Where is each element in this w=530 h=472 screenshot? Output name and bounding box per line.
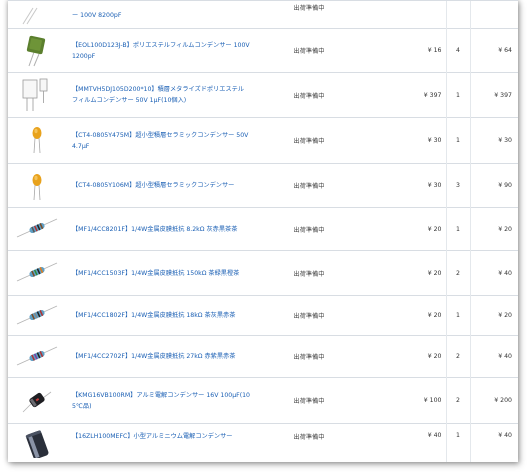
capacitor-film-white-icon [22, 78, 48, 111]
product-name-link[interactable]: ー 100V 8200pF [72, 1, 250, 21]
capacitor-film-green-icon [26, 35, 46, 66]
unit-price: ¥ 30 [364, 117, 446, 164]
product-thumbnail[interactable] [8, 335, 66, 378]
table-row: 【EOL100D123J-B】ポリエステルフィルムコンデンサー 100V 120… [8, 28, 518, 73]
table-row: 【MF1/4CC8201F】1/4W金属皮膜抵抗 8.2kΩ 灰赤黒茶茶 出荷準… [8, 207, 518, 251]
unit-price [364, 0, 446, 29]
shipping-status: 出荷準備中 [293, 5, 325, 12]
unit-price: ¥ 20 [364, 295, 446, 336]
shipping-status: 出荷準備中 [254, 295, 364, 336]
subtotal: ¥ 20 [469, 295, 518, 336]
capacitor-ceramic-icon [32, 126, 42, 153]
table-row: ー 100V 8200pF 出荷準備中 [8, 0, 518, 29]
product-name-link[interactable]: 【16ZLH100MEFC】小型アルミニウム電解コンデンサー [72, 424, 250, 442]
shipping-status: 出荷準備中 [254, 72, 364, 118]
subtotal: ¥ 30 [469, 117, 518, 164]
resistor-icon [16, 218, 58, 238]
product-thumbnail[interactable] [8, 207, 66, 251]
capacitor-film-small-icon [22, 7, 38, 24]
quantity: 1 [445, 295, 470, 336]
subtotal [469, 0, 518, 29]
shipping-status: 出荷準備中 [254, 207, 364, 251]
resistor-icon [16, 262, 58, 282]
quantity: 1 [445, 207, 470, 251]
unit-price: ¥ 40 [364, 423, 446, 462]
product-name-link[interactable]: 【MMTVH5DJ105D200*10】積層メタライズドポリエステルフィルムコン… [72, 84, 250, 106]
shipping-status: 出荷準備中 [254, 117, 364, 164]
subtotal: ¥ 397 [469, 72, 518, 118]
shipping-status: 出荷準備中 [254, 423, 364, 462]
shipping-status: 出荷準備中 [254, 377, 364, 424]
table-row: 【MF1/4CC1802F】1/4W金属皮膜抵抗 18kΩ 茶灰黒赤茶 出荷準備… [8, 295, 518, 336]
table-row: 【KMG16VB100RM】アルミ電解コンデンサー 16V 100μF(105℃… [8, 377, 518, 424]
unit-price: ¥ 30 [364, 163, 446, 208]
resistor-icon [16, 346, 58, 365]
table-row: 【CT4-0805Y106M】超小型積層セラミックコンデンサー 出荷準備中 ¥ … [8, 163, 518, 208]
capacitor-electrolytic-icon [22, 391, 52, 412]
capacitor-ceramic-icon [32, 173, 42, 200]
resistor-icon [16, 305, 58, 324]
product-name-link[interactable]: 【MF1/4CC2702F】1/4W金属皮膜抵抗 27kΩ 赤紫黒赤茶 [72, 351, 250, 362]
table-row: 【MF1/4CC2702F】1/4W金属皮膜抵抗 27kΩ 赤紫黒赤茶 出荷準備… [8, 335, 518, 378]
unit-price: ¥ 16 [364, 28, 446, 73]
quantity: 2 [445, 335, 470, 378]
table-row: 【16ZLH100MEFC】小型アルミニウム電解コンデンサー 出荷準備中 ¥ 4… [8, 423, 518, 462]
subtotal: ¥ 40 [469, 250, 518, 296]
quantity: 1 [445, 72, 470, 118]
product-thumbnail[interactable] [8, 423, 66, 462]
subtotal: ¥ 200 [469, 377, 518, 424]
capacitor-electrolytic-large-icon [25, 430, 49, 458]
product-thumbnail[interactable] [8, 163, 66, 208]
table-row: 【MF1/4CC1503F】1/4W金属皮膜抵抗 150kΩ 茶緑黒橙茶 出荷準… [8, 250, 518, 296]
quantity: 4 [445, 28, 470, 73]
quantity [445, 0, 470, 29]
product-name-link[interactable]: 【KMG16VB100RM】アルミ電解コンデンサー 16V 100μF(105℃… [72, 390, 250, 412]
shipping-status: 出荷準備中 [254, 28, 364, 73]
order-items-panel: ー 100V 8200pF 出荷準備中 【EOL100D123J-B】ポリエステ… [8, 0, 518, 462]
shipping-status: 出荷準備中 [254, 335, 364, 378]
product-name-link[interactable]: 【CT4-0805Y106M】超小型積層セラミックコンデンサー [72, 180, 250, 191]
product-name-link[interactable]: 【MF1/4CC8201F】1/4W金属皮膜抵抗 8.2kΩ 灰赤黒茶茶 [72, 224, 250, 235]
subtotal: ¥ 90 [469, 163, 518, 208]
table-row: 【CT4-0805Y475M】超小型積層セラミックコンデンサー 50V 4.7μ… [8, 117, 518, 164]
table-row: 【MMTVH5DJ105D200*10】積層メタライズドポリエステルフィルムコン… [8, 72, 518, 118]
product-name-link[interactable]: 【MF1/4CC1503F】1/4W金属皮膜抵抗 150kΩ 茶緑黒橙茶 [72, 268, 250, 279]
product-thumbnail[interactable] [8, 0, 66, 29]
unit-price: ¥ 100 [364, 377, 446, 424]
shipping-status: 出荷準備中 [254, 163, 364, 208]
shipping-status: 出荷準備中 [254, 250, 364, 296]
order-items-table: ー 100V 8200pF 出荷準備中 【EOL100D123J-B】ポリエステ… [8, 0, 518, 462]
quantity: 2 [445, 377, 470, 424]
subtotal: ¥ 40 [469, 335, 518, 378]
unit-price: ¥ 397 [364, 72, 446, 118]
product-thumbnail[interactable] [8, 295, 66, 336]
quantity: 3 [445, 163, 470, 208]
subtotal: ¥ 64 [469, 28, 518, 73]
subtotal: ¥ 40 [469, 423, 518, 462]
unit-price: ¥ 20 [364, 335, 446, 378]
unit-price: ¥ 20 [364, 207, 446, 251]
quantity: 2 [445, 250, 470, 296]
product-thumbnail[interactable] [8, 28, 66, 73]
unit-price: ¥ 20 [364, 250, 446, 296]
product-thumbnail[interactable] [8, 72, 66, 118]
subtotal: ¥ 20 [469, 207, 518, 251]
product-name-link[interactable]: 【EOL100D123J-B】ポリエステルフィルムコンデンサー 100V 120… [72, 40, 250, 62]
product-name-link[interactable]: 【CT4-0805Y475M】超小型積層セラミックコンデンサー 50V 4.7μ… [72, 130, 250, 152]
quantity: 1 [445, 117, 470, 164]
product-name-link[interactable]: 【MF1/4CC1802F】1/4W金属皮膜抵抗 18kΩ 茶灰黒赤茶 [72, 310, 250, 321]
product-thumbnail[interactable] [8, 117, 66, 164]
product-thumbnail[interactable] [8, 250, 66, 296]
product-thumbnail[interactable] [8, 377, 66, 424]
quantity: 1 [445, 423, 470, 462]
